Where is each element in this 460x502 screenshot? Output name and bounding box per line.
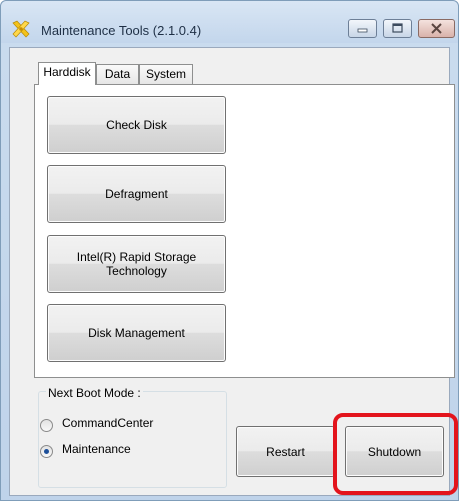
intel-rapid-storage-button[interactable]: Intel(R) Rapid Storage Technology <box>47 235 226 293</box>
minimize-icon <box>357 28 368 33</box>
radio-selected-dot <box>44 449 49 454</box>
tools-icon <box>12 20 30 38</box>
commandcenter-radio-label[interactable]: CommandCenter <box>62 416 153 430</box>
tab-harddisk[interactable]: Harddisk <box>38 62 96 85</box>
title-bar: Maintenance Tools (2.1.0.4) <box>1 1 458 43</box>
maximize-button[interactable] <box>383 19 412 38</box>
minimize-button[interactable] <box>348 19 377 38</box>
defragment-button[interactable]: Defragment <box>47 165 226 223</box>
close-button[interactable] <box>418 19 455 38</box>
maintenance-radio-label[interactable]: Maintenance <box>62 442 131 456</box>
window-client-area: Harddisk Data System Check Disk Defragme… <box>9 47 455 496</box>
next-boot-mode-group <box>38 391 227 488</box>
maintenance-radio[interactable] <box>40 445 53 458</box>
check-disk-button[interactable]: Check Disk <box>47 96 226 154</box>
restart-button[interactable]: Restart <box>236 426 335 477</box>
commandcenter-radio[interactable] <box>40 419 53 432</box>
disk-management-button[interactable]: Disk Management <box>47 304 226 362</box>
shutdown-button[interactable]: Shutdown <box>345 426 444 477</box>
harddisk-tab-panel: Check Disk Defragment Intel(R) Rapid Sto… <box>34 84 455 378</box>
tab-system[interactable]: System <box>139 64 193 84</box>
tab-data[interactable]: Data <box>96 64 139 84</box>
next-boot-mode-label: Next Boot Mode : <box>46 386 143 400</box>
maximize-icon <box>392 23 403 33</box>
window-title: Maintenance Tools (2.1.0.4) <box>41 23 202 38</box>
maintenance-tools-window: Maintenance Tools (2.1.0.4) Harddisk Dat… <box>0 0 459 501</box>
close-icon <box>431 23 442 34</box>
